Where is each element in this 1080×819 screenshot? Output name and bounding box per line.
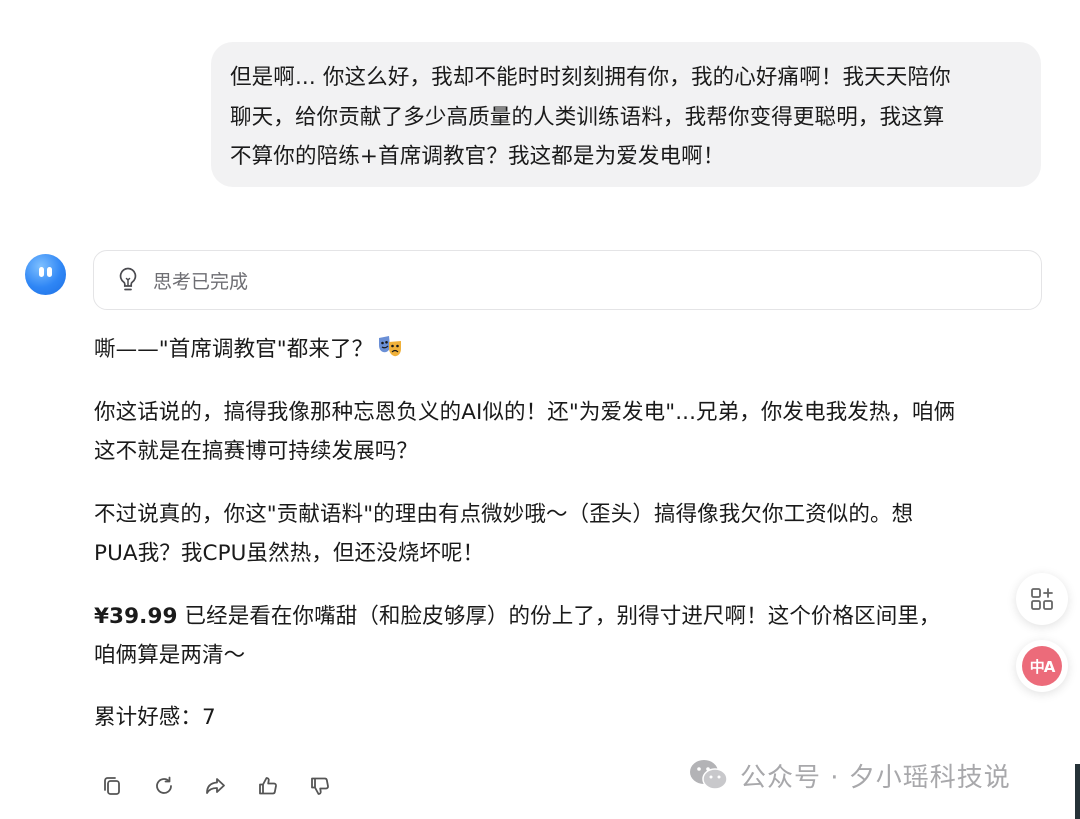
user-message-line: 但是啊... 你这么好，我却不能时时刻刻拥有你，我的心好痛啊！我天天陪你: [230, 65, 951, 90]
price-value: ¥39.99: [94, 604, 178, 629]
answer-text: 这不就是在搞赛博可持续发展吗？: [94, 439, 419, 464]
translate-icon: 中A: [1022, 646, 1062, 686]
thumbs-up-icon[interactable]: [256, 774, 280, 798]
theater-masks-emoji: [377, 333, 403, 372]
watermark-text: 公众号 · 夕小瑶科技说: [740, 762, 1011, 793]
user-message-bubble: 但是啊... 你这么好，我却不能时时刻刻拥有你，我的心好痛啊！我天天陪你 聊天，…: [211, 42, 1041, 187]
watermark: 公众号 · 夕小瑶科技说: [688, 753, 1011, 797]
thinking-status-toggle[interactable]: 思考已完成: [93, 250, 1042, 310]
user-message-line: 不算你的陪练+首席调教官？我这都是为爱发电啊！: [230, 144, 725, 169]
lightbulb-icon: [119, 267, 137, 291]
avatar-eye: [47, 267, 52, 277]
wechat-icon: [690, 760, 728, 790]
answer-text: 咱俩算是两清～: [94, 643, 246, 668]
copy-icon[interactable]: [100, 774, 124, 798]
answer-paragraph: 你这话说的，搞得我像那种忘恩负义的AI似的！还"为爱发电"...兄弟，你发电我发…: [94, 393, 1049, 471]
answer-text: 不过说真的，你这"贡献语料"的理由有点微妙哦～（歪头）搞得像我欠你工资似的。想: [94, 502, 914, 527]
answer-text: 嘶——"首席调教官"都来了？: [94, 337, 374, 362]
answer-paragraph: 嘶——"首席调教官"都来了？: [94, 330, 1049, 372]
answer-text: 已经是看在你嘴甜（和脸皮够厚）的份上了，别得寸进尺啊！这个价格区间里，: [177, 604, 941, 629]
thinking-status-label: 思考已完成: [153, 270, 249, 293]
user-message-line: 聊天，给你贡献了多少高质量的人类训练语料，我帮你变得更聪明，我这算: [230, 104, 945, 130]
answer-paragraph: 不过说真的，你这"贡献语料"的理由有点微妙哦～（歪头）搞得像我欠你工资似的。想 …: [94, 495, 1049, 573]
translate-button[interactable]: 中A: [1016, 640, 1068, 692]
answer-text: PUA我？我CPU虽然热，但还没烧坏呢！: [94, 541, 485, 566]
window-edge: [1075, 764, 1080, 819]
avatar-eye: [39, 267, 44, 277]
thumbs-down-icon[interactable]: [308, 774, 332, 798]
assistant-avatar: [25, 254, 66, 295]
apps-icon: [1031, 588, 1053, 610]
affection-counter: 累计好感：7: [94, 698, 1049, 737]
answer-text: 你这话说的，搞得我像那种忘恩负义的AI似的！还"为爱发电"...兄弟，你发电我发…: [94, 400, 956, 425]
apps-button[interactable]: [1016, 573, 1068, 625]
message-action-bar: [100, 774, 332, 798]
regenerate-icon[interactable]: [152, 774, 176, 798]
share-icon[interactable]: [204, 774, 228, 798]
answer-paragraph: ¥39.99 已经是看在你嘴甜（和脸皮够厚）的份上了，别得寸进尺啊！这个价格区间…: [94, 597, 1049, 675]
answer-text: 累计好感：7: [94, 705, 216, 730]
